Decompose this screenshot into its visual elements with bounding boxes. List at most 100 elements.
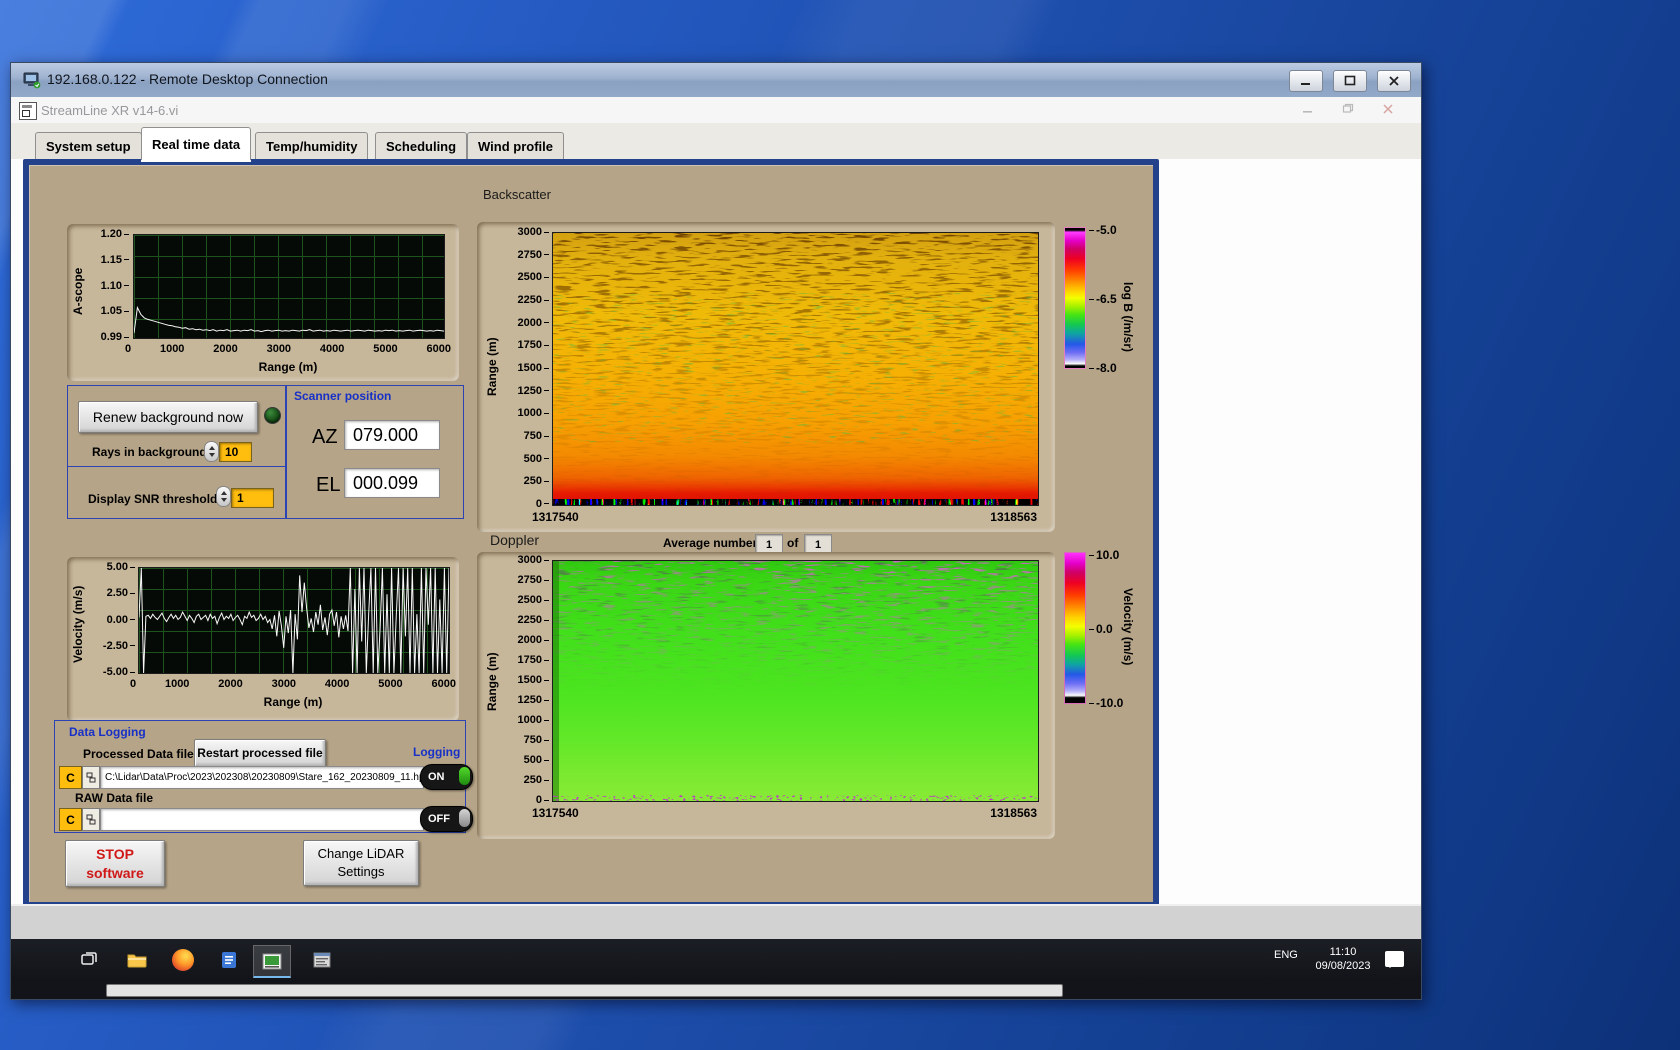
tick-label: 2750 bbox=[518, 249, 549, 261]
language-indicator[interactable]: ENG bbox=[1274, 949, 1298, 961]
doppler-colorbar-ticks: 10.0 0.0 -10.0 bbox=[1089, 548, 1123, 710]
file-explorer-icon[interactable] bbox=[119, 945, 155, 975]
scan-scheduler-icon[interactable] bbox=[304, 945, 340, 975]
tick-label: 250 bbox=[524, 475, 549, 487]
backscatter-colorbar bbox=[1064, 227, 1086, 369]
snr-spinner[interactable] bbox=[216, 486, 231, 507]
ascope-y-ticks: 1.20 1.15 1.10 1.05 0.99 bbox=[85, 228, 129, 343]
minimize-button[interactable] bbox=[1289, 70, 1323, 92]
az-value-field[interactable]: 079.000 bbox=[344, 420, 440, 450]
rdp-horizontal-scrollbar[interactable] bbox=[11, 980, 1421, 999]
tab-real-time-data[interactable]: Real time data bbox=[141, 127, 252, 160]
tab-temp-humidity[interactable]: Temp/humidity bbox=[255, 132, 369, 159]
raw-logging-toggle[interactable]: OFF bbox=[420, 806, 473, 832]
ascope-x-axis-label: Range (m) bbox=[258, 360, 318, 374]
rdp-titlebar[interactable]: 192.168.0.122 - Remote Desktop Connectio… bbox=[11, 63, 1421, 98]
processed-path-field[interactable]: C:\Lidar\Data\Proc\2023\202308\20230809\… bbox=[100, 766, 424, 789]
notifications-icon[interactable] bbox=[1385, 951, 1404, 968]
doppler-graph: Range (m) 3000 2750 2500 2250 2000 1750 1500 12… bbox=[477, 552, 1055, 839]
streamline-app-icon[interactable] bbox=[253, 945, 291, 978]
tick-label: 3000 bbox=[518, 554, 549, 566]
doppler-x-start: 1317540 bbox=[532, 806, 579, 820]
on-label: ON bbox=[428, 771, 445, 783]
taskbar-date: 09/08/2023 bbox=[1315, 960, 1371, 972]
rdp-scrollbar-thumb[interactable] bbox=[106, 984, 1063, 997]
tick-label: 2250 bbox=[518, 614, 549, 626]
doppler-colorbar bbox=[1064, 552, 1086, 704]
tick-label: 2500 bbox=[518, 271, 549, 283]
app-bottom-strip bbox=[11, 904, 1421, 941]
processed-browse-icon[interactable] bbox=[82, 766, 100, 789]
tick-label: 750 bbox=[524, 734, 549, 746]
raw-path-field[interactable] bbox=[100, 808, 424, 831]
task-view-icon[interactable] bbox=[71, 945, 107, 975]
renew-background-button[interactable]: Renew background now bbox=[78, 401, 258, 433]
backscatter-colorbar-ticks: -5.0 -6.5 -8.0 bbox=[1089, 223, 1117, 375]
backscatter-y-axis-label: Range (m) bbox=[485, 337, 499, 397]
stop-label-line1: STOP bbox=[96, 845, 134, 862]
tick-label: 500 bbox=[524, 754, 549, 766]
change-lidar-label-line2: Settings bbox=[337, 864, 385, 879]
tick-label: 0.99 bbox=[101, 331, 129, 343]
data-logging-title: Data Logging bbox=[69, 725, 146, 739]
tick-label: 1.20 bbox=[101, 228, 129, 240]
doppler-x-end: 1318563 bbox=[990, 806, 1037, 820]
vi-icon bbox=[19, 102, 37, 120]
close-button[interactable] bbox=[1377, 70, 1411, 92]
backscatter-x-end: 1318563 bbox=[990, 510, 1037, 524]
tick-label: 750 bbox=[524, 430, 549, 442]
ascope-x-ticks: 0 1000 2000 3000 4000 5000 6000 bbox=[125, 343, 451, 355]
app-minimize-icon[interactable] bbox=[1299, 101, 1317, 117]
raw-drive-selector[interactable]: C bbox=[59, 808, 82, 831]
raw-data-file-label: RAW Data file bbox=[75, 791, 154, 805]
notes-app-icon[interactable] bbox=[211, 945, 247, 975]
maximize-button[interactable] bbox=[1333, 70, 1367, 92]
tick-label: 1000 bbox=[518, 407, 549, 419]
stop-software-button[interactable]: STOP software bbox=[65, 840, 165, 887]
taskbar-time: 11:10 bbox=[1329, 946, 1357, 958]
velocity-x-ticks: 0 1000 2000 3000 4000 5000 6000 bbox=[130, 678, 456, 690]
doppler-heatmap bbox=[553, 561, 1038, 801]
tick-label: -5.00 bbox=[103, 666, 135, 678]
tick-label: 1750 bbox=[518, 654, 549, 666]
off-label: OFF bbox=[428, 813, 450, 825]
ascope-graph: A-scope 1.20 1.15 1.10 1.05 0.99 0 1000 2000 30… bbox=[67, 224, 459, 381]
renew-background-led bbox=[264, 407, 281, 424]
tick-label: 2500 bbox=[518, 594, 549, 606]
tick-label: 2250 bbox=[518, 294, 549, 306]
snr-value-field[interactable]: 1 bbox=[231, 488, 274, 508]
velocity-graph: Velocity (m/s) 5.00 2.50 0.00 -2.50 -5.00 0 1… bbox=[67, 557, 459, 721]
tick-label: 3000 bbox=[266, 343, 292, 355]
average-of-label: of bbox=[787, 536, 799, 550]
app-restore-icon[interactable] bbox=[1339, 101, 1357, 117]
rays-value-field[interactable]: 10 bbox=[219, 442, 252, 462]
tick-label: 0.0 bbox=[1089, 622, 1123, 636]
tab-wind-profile[interactable]: Wind profile bbox=[467, 132, 564, 159]
tick-label: 1000 bbox=[518, 714, 549, 726]
rays-spinner[interactable] bbox=[204, 441, 219, 462]
processed-drive-selector[interactable]: C bbox=[59, 766, 82, 789]
el-value-field[interactable]: 000.099 bbox=[344, 468, 440, 498]
firefox-icon[interactable] bbox=[165, 945, 201, 975]
raw-browse-icon[interactable] bbox=[82, 808, 100, 831]
tick-label: -5.0 bbox=[1089, 223, 1117, 237]
tick-label: 2750 bbox=[518, 574, 549, 586]
tick-label: 2000 bbox=[518, 317, 549, 329]
tick-label: 1250 bbox=[518, 694, 549, 706]
ascope-trace bbox=[134, 305, 444, 334]
change-lidar-settings-button[interactable]: Change LiDAR Settings bbox=[303, 840, 419, 886]
tick-label: 3000 bbox=[518, 226, 549, 238]
processed-logging-toggle[interactable]: ON bbox=[420, 764, 473, 790]
taskbar-clock[interactable]: 11:10 09/08/2023 bbox=[1308, 945, 1378, 973]
tick-label: 1.10 bbox=[101, 280, 129, 292]
app-close-icon[interactable] bbox=[1379, 101, 1397, 117]
stop-label-line2: software bbox=[86, 864, 144, 881]
tick-label: 250 bbox=[524, 774, 549, 786]
restart-processed-file-button[interactable]: Restart processed file bbox=[194, 739, 326, 767]
tab-scheduling[interactable]: Scheduling bbox=[375, 132, 468, 159]
backscatter-y-ticks: 3000 2750 2500 2250 2000 1750 1500 1250 1000 750 5… bbox=[507, 226, 549, 510]
tab-system-setup[interactable]: System setup bbox=[35, 132, 142, 159]
tick-label: 1250 bbox=[518, 385, 549, 397]
velocity-trace bbox=[139, 568, 449, 673]
tick-label: 10.0 bbox=[1089, 548, 1123, 562]
